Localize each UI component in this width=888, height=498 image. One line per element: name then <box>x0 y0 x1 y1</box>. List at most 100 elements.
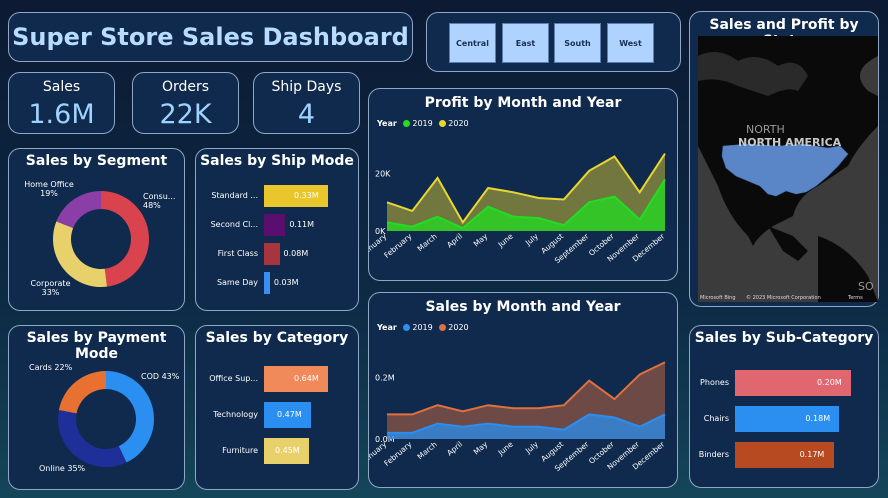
subcategory-bar-chart: Phones 0.20M Chairs 0.18M Binders 0.17M <box>690 370 880 480</box>
donut-slice-online[interactable] <box>58 410 127 467</box>
bar-row[interactable]: Chairs 0.18M <box>690 406 880 432</box>
ship-mode-card: Sales by Ship Mode Standard ... 0.33M Seco… <box>195 148 359 311</box>
bar-value-label: 0.45M <box>275 446 300 455</box>
segment-label-home: Home Office 19% <box>24 180 74 198</box>
map-terms-link[interactable]: Terms <box>847 295 863 301</box>
category-bar-chart: Office Sup... 0.64M Technology 0.47M Furnitu… <box>196 366 360 486</box>
bar-value-label: 0.18M <box>805 414 831 423</box>
map-label-north: NORTH <box>746 123 785 136</box>
page-title: Super Store Sales Dashboard <box>12 23 409 51</box>
legend-2020-dot <box>439 120 447 127</box>
x-tick-label: March <box>416 439 439 461</box>
state-map[interactable]: NORTH AMERICA NORTH SO Microsoft Bing © … <box>698 36 878 302</box>
map-label-south: SO <box>858 280 874 293</box>
bar-label: Binders <box>698 450 729 459</box>
x-tick-label: March <box>416 231 439 253</box>
bar-label: Technology <box>213 410 258 419</box>
bar-value-label: 0.11M <box>289 220 315 229</box>
kpi-value: 4 <box>297 99 316 130</box>
bar-value-label: 0.03M <box>273 278 299 287</box>
segment-title: Sales by Segment <box>25 153 168 169</box>
payment-card: Sales by Payment Mode Cards 22% COD 43% … <box>8 325 185 490</box>
sales-legend: Year 2019 2020 <box>377 323 469 332</box>
segment-card: Sales by Segment Home Office 19% Consu...… <box>8 148 185 311</box>
x-tick-label: February <box>382 231 414 260</box>
x-tick-label: June <box>496 231 515 249</box>
bar-label: Office Sup... <box>209 374 258 383</box>
kpi-value: 1.6M <box>28 99 95 130</box>
bar-row[interactable]: Same Day 0.03M <box>196 272 360 294</box>
map-credit: © 2023 Microsoft Corporation <box>746 294 821 301</box>
bar-row[interactable]: Standard ... 0.33M <box>196 185 360 207</box>
y-tick-label: 0.2M <box>375 374 395 383</box>
kpi-value: 22K <box>159 99 212 130</box>
legend-2020-dot <box>439 324 447 331</box>
profit-chart-title: Profit by Month and Year <box>424 95 622 111</box>
segment-label-consumer: Consu... 48% <box>143 192 176 210</box>
x-tick-label: May <box>472 439 490 456</box>
subcategory-card: Sales by Sub-Category Phones 0.20M Chairs 0… <box>689 325 879 488</box>
bar-label: Same Day <box>216 278 258 287</box>
sales-chart-title: Sales by Month and Year <box>425 299 621 315</box>
legend-2019-dot <box>403 120 411 127</box>
bar[interactable] <box>264 214 286 236</box>
bar-value-label: 0.33M <box>294 191 319 200</box>
subcategory-title: Sales by Sub-Category <box>694 330 874 346</box>
payment-label-cards: Cards 22% <box>29 363 73 372</box>
x-tick-label: July <box>523 439 540 456</box>
filter-south[interactable]: South <box>554 23 601 63</box>
bar-label: Second Cl... <box>210 220 258 229</box>
title-card: Super Store Sales Dashboard <box>8 12 413 62</box>
x-tick-label: July <box>523 231 540 248</box>
bar-row[interactable]: Second Cl... 0.11M <box>196 214 360 236</box>
bar-label: Phones <box>700 378 729 387</box>
map-card: Sales and Profit by State NORTH AMERICA … <box>689 11 879 307</box>
kpi-label: Ship Days <box>271 79 342 95</box>
bar-row[interactable]: First Class 0.08M <box>196 243 360 265</box>
kpi-orders: Orders 22K <box>132 72 239 134</box>
region-filter: Central East South West <box>426 12 681 72</box>
bar-row[interactable]: Furniture 0.45M <box>196 438 360 464</box>
category-title: Sales by Category <box>205 330 349 346</box>
sales-chart-card: Sales by Month and Year Year 2019 2020 0… <box>368 292 678 488</box>
bar-label: Chairs <box>703 414 729 423</box>
category-card: Sales by Category Office Sup... 0.64M Tech… <box>195 325 359 490</box>
filter-central[interactable]: Central <box>449 23 496 63</box>
kpi-ship-days: Ship Days 4 <box>253 72 360 134</box>
profit-area-chart: 0K20KJanuaryFebruary March April May June Jul… <box>369 153 667 265</box>
bar-value-label: 0.64M <box>294 374 319 383</box>
bar[interactable] <box>264 243 280 265</box>
bar-label: First Class <box>217 249 258 258</box>
x-tick-label: June <box>496 439 515 457</box>
legend-2019-dot <box>403 324 411 331</box>
sales-area-chart: 0.0M0.2MJanuaryFebruary March April May June… <box>369 361 667 473</box>
donut-slice-cards[interactable] <box>58 371 106 414</box>
bar-value-label: 0.47M <box>277 410 302 419</box>
profit-chart-card: Profit by Month and Year Year 2019 2020 … <box>368 88 678 281</box>
profit-legend: Year 2019 2020 <box>377 119 469 128</box>
map-label-continent: NORTH AMERICA <box>738 136 842 149</box>
bar[interactable] <box>264 272 270 294</box>
x-tick-label: April <box>445 232 464 250</box>
bar-row[interactable]: Binders 0.17M <box>690 442 880 468</box>
map-credit-bing: Microsoft Bing <box>700 295 736 301</box>
kpi-label: Orders <box>161 79 210 95</box>
ship-mode-bar-chart: Standard ... 0.33M Second Cl... 0.11M First … <box>196 185 360 305</box>
bar-row[interactable]: Office Sup... 0.64M <box>196 366 360 392</box>
ship-mode-title: Sales by Ship Mode <box>200 153 354 169</box>
filter-east[interactable]: East <box>502 23 549 63</box>
bar-value-label: 0.08M <box>283 249 309 258</box>
y-tick-label: 20K <box>375 170 391 179</box>
bar-value-label: 0.17M <box>799 450 825 459</box>
bar-label: Furniture <box>222 446 258 455</box>
x-tick-label: May <box>472 231 490 248</box>
payment-label-cod: COD 43% <box>141 372 180 381</box>
donut-slice-consumer[interactable] <box>101 191 150 287</box>
bar-row[interactable]: Technology 0.47M <box>196 402 360 428</box>
payment-label-online: Online 35% <box>39 464 86 473</box>
segment-label-corporate: Corporate 33% <box>30 279 71 297</box>
filter-west[interactable]: West <box>607 23 654 63</box>
bar-row[interactable]: Phones 0.20M <box>690 370 880 396</box>
donut-slice-corporate[interactable] <box>53 221 108 287</box>
bar-value-label: 0.20M <box>817 378 842 387</box>
